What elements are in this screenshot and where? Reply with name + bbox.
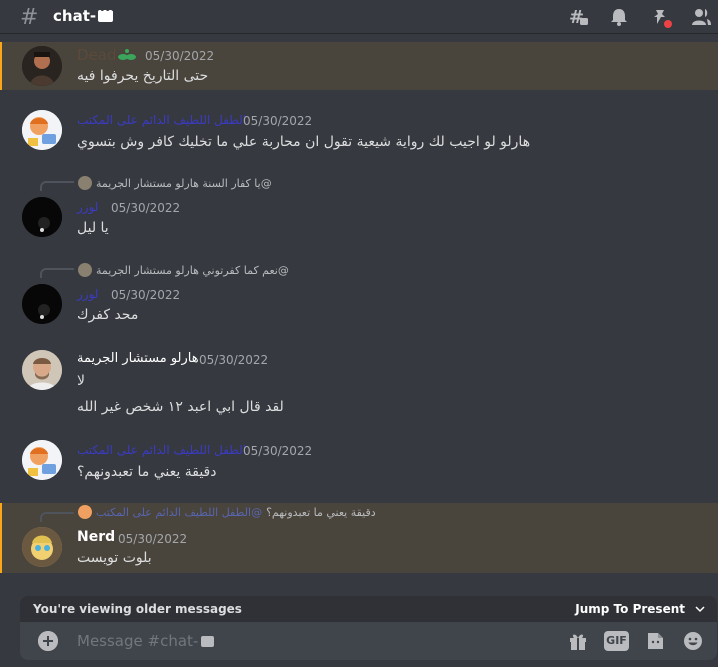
message-text: دقيقة يعني ما تعبدونهم؟ [77,464,217,480]
message-input[interactable]: Message #chat- [77,632,215,650]
threads-icon[interactable]: # [567,6,589,28]
username[interactable]: لوزر [77,200,98,214]
message-text: لقد قال ابي اعبد ١٢ شخص غير الله [77,399,284,415]
username[interactable]: هارلو مستشار الجريمة [77,351,199,366]
avatar[interactable] [22,284,62,324]
timestamp: 05/30/2022 [111,201,181,215]
message-item[interactable]: نعم كما كفرتوني هارلو مستشار الجريمة@ لو… [0,259,718,329]
channel-header: # chat- # [0,0,718,34]
chat-bubble-icon [201,635,215,647]
jump-to-present-button[interactable]: Jump To Present [575,602,705,616]
sticker-icon[interactable] [643,630,667,652]
username[interactable]: الطفل اللطيف الدائم على المكتب [77,443,246,457]
message-item[interactable]: Dead 05/30/2022 حتى التاريخ يحرفوا فيه [0,42,718,90]
reply-author: الطفل اللطيف الدائم على المكتب@ [96,505,263,519]
jump-to-present-label: Jump To Present [575,602,685,616]
message-text: هارلو لو اجيب لك رواية شيعية تقول ان محا… [77,134,531,150]
channel-name-text: chat- [53,7,97,25]
reply-connector [40,268,74,278]
message-text: يا ليل [77,220,109,236]
reply-preview[interactable]: نعم كما كفرتوني هارلو مستشار الجريمة@ [78,263,289,277]
message-item[interactable]: هارلو مستشار الجريمة 05/30/2022 لا لقد ق… [0,343,718,423]
reply-preview[interactable]: يا كفار السنة هارلو مستشار الجريمة@ [78,176,272,190]
message-item[interactable]: الطفل اللطيف الدائم على المكتب 05/30/202… [0,105,718,155]
reply-text: دقيقة يعني ما تعبدونهم؟ [266,505,376,519]
message-item[interactable]: الطفل اللطيف الدائم على المكتب 05/30/202… [0,435,718,485]
username[interactable]: Nerd [77,529,115,545]
avatar[interactable] [22,350,62,390]
chevron-down-icon [695,602,705,616]
leaf-icon [117,45,137,67]
timestamp: 05/30/2022 [145,49,215,63]
emoji-icon[interactable] [681,630,705,652]
timestamp: 05/30/2022 [111,288,181,302]
avatar[interactable] [22,440,62,480]
message-text: حتى التاريخ يحرفوا فيه [77,68,209,84]
reply-connector [40,512,74,522]
avatar[interactable] [22,197,62,237]
channel-name[interactable]: chat- [53,5,115,25]
pin-icon[interactable] [649,6,672,28]
bell-icon[interactable] [608,6,630,28]
reply-preview[interactable]: الطفل اللطيف الدائم على المكتب@ دقيقة يع… [78,505,376,519]
gift-icon[interactable] [566,630,590,652]
reply-avatar [78,263,92,277]
avatar[interactable] [22,46,62,86]
message-text: محد كفرك [77,307,139,323]
avatar[interactable] [22,110,62,150]
channel-hash-icon: # [20,5,39,30]
username[interactable]: Dead [77,46,117,64]
message-item[interactable]: يا كفار السنة هارلو مستشار الجريمة@ لوزر… [0,172,718,242]
reply-text: نعم كما كفرتوني هارلو مستشار الجريمة@ [96,263,289,277]
older-messages-bar: You're viewing older messages Jump To Pr… [20,596,717,622]
timestamp: 05/30/2022 [243,444,313,458]
message-input-placeholder: Message #chat- [77,632,199,650]
pin-notification-dot [664,20,672,28]
message-text: لا [77,373,85,389]
add-attachment-button[interactable] [38,631,58,651]
chat-bubble-icon [98,5,115,22]
timestamp: 05/30/2022 [199,353,269,367]
gif-button[interactable]: GIF [604,631,629,651]
timestamp: 05/30/2022 [118,532,188,546]
message-text: بلوت تويست [77,550,152,566]
members-icon[interactable] [690,6,712,28]
username[interactable]: لوزر [77,287,98,301]
reply-text: يا كفار السنة هارلو مستشار الجريمة@ [96,176,272,190]
timestamp: 05/30/2022 [243,114,313,128]
reply-avatar [78,176,92,190]
reply-avatar [78,505,92,519]
older-messages-label: You're viewing older messages [33,602,242,616]
username[interactable]: الطفل اللطيف الدائم على المكتب [77,113,246,127]
message-item[interactable]: الطفل اللطيف الدائم على المكتب@ دقيقة يع… [0,503,718,573]
message-composer: Message #chat- GIF [20,622,717,660]
reply-connector [40,181,74,191]
avatar[interactable] [22,527,62,567]
